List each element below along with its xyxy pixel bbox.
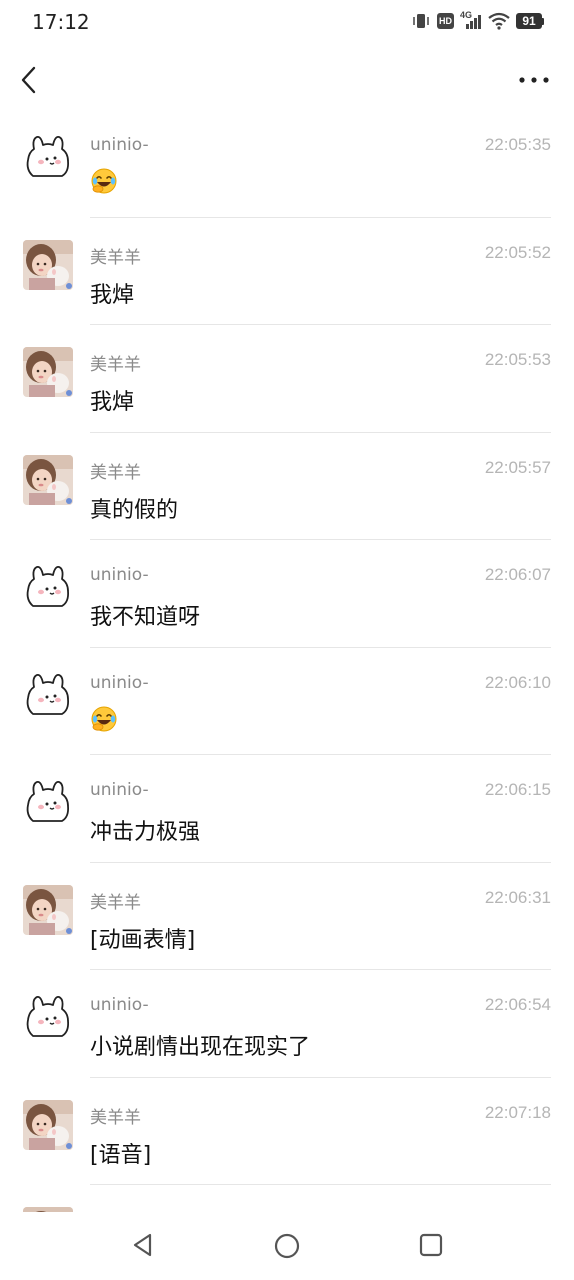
- message-text: 冲击力极强: [90, 820, 201, 845]
- status-bar: 17:12 HD 4G 91: [0, 0, 574, 44]
- girl-photo-avatar[interactable]: [23, 347, 73, 397]
- message-item[interactable]: 美羊羊 22:05:57 真的假的: [0, 433, 574, 540]
- circle-home-icon: [274, 1233, 300, 1259]
- sender-name: 美羊羊: [90, 247, 141, 268]
- message-time: 22:07:18: [484, 1102, 551, 1122]
- sender-name: uninio-: [90, 780, 149, 800]
- message-list[interactable]: uninio- 22:05:35 美羊羊 22:05:52 我焯 美羊羊 22:05:5…: [0, 110, 574, 1212]
- girl-photo-avatar[interactable]: [23, 454, 73, 505]
- sender-name: uninio-: [90, 672, 149, 693]
- bunny-avatar-icon[interactable]: [23, 562, 73, 612]
- vibrate-icon: [413, 14, 429, 28]
- more-dots-icon: [519, 77, 549, 83]
- sender-name: 美羊羊: [90, 462, 141, 483]
- back-button[interactable]: [14, 62, 46, 98]
- system-nav-bar: [0, 1212, 574, 1280]
- message-item[interactable]: uninio- 22:05:35: [0, 110, 574, 218]
- message-item[interactable]: uninio- 22:06:10: [0, 648, 574, 755]
- system-back-button[interactable]: [130, 1232, 156, 1262]
- message-item[interactable]: 美羊羊 22:05:52 我焯: [0, 218, 574, 325]
- wifi-icon: [488, 12, 510, 30]
- message-text: 我焯: [90, 390, 135, 415]
- system-recents-button[interactable]: [418, 1232, 444, 1262]
- sender-name: 美羊羊: [90, 892, 141, 913]
- message-item[interactable]: uninio- 22:06:15 冲击力极强: [0, 755, 574, 863]
- message-item[interactable]: 美羊羊 22:06:31 [动画表情]: [0, 863, 574, 970]
- message-time: 22:06:07: [484, 565, 551, 584]
- sender-name: uninio-: [90, 995, 149, 1015]
- message-text: 真的假的: [90, 497, 179, 523]
- message-item[interactable]: uninio- 22:06:54 小说剧情出现在现实了: [0, 970, 574, 1078]
- header-bar: [0, 52, 574, 108]
- message-text: [动画表情]: [90, 927, 196, 953]
- laughing-crying-emoji-icon: [90, 705, 118, 733]
- message-time: 22:06:15: [484, 780, 551, 799]
- message-item[interactable]: 美羊羊 22:07:18 [语音]: [0, 1078, 574, 1185]
- sender-name: uninio-: [90, 565, 149, 585]
- message-text: 小说剧情出现在现实了: [90, 1035, 311, 1060]
- message-item[interactable]: 美羊羊 22:05:53 我焯: [0, 325, 574, 433]
- battery-level: 91: [516, 13, 542, 29]
- message-text: [语音]: [90, 1142, 152, 1168]
- status-icons: HD 4G 91: [411, 10, 544, 30]
- system-home-button[interactable]: [273, 1232, 301, 1264]
- signal-icon: 4G: [460, 10, 482, 30]
- girl-photo-avatar[interactable]: [23, 1099, 73, 1150]
- message-time: 22:06:54: [484, 995, 551, 1014]
- hd-icon: HD: [437, 13, 454, 29]
- message-time: 22:05:52: [484, 242, 551, 262]
- sender-name: 美羊羊: [90, 355, 141, 375]
- chevron-left-icon: [21, 66, 36, 94]
- bunny-avatar-icon[interactable]: [23, 992, 73, 1042]
- message-time: 22:05:53: [484, 350, 551, 369]
- message-time: 22:05:57: [484, 457, 551, 477]
- bunny-avatar-icon[interactable]: [23, 670, 73, 720]
- message-text: 我焯: [90, 282, 135, 308]
- message-item[interactable]: uninio- 22:06:07 我不知道呀: [0, 540, 574, 648]
- girl-photo-avatar[interactable]: [23, 239, 73, 290]
- message-time: 22:05:35: [484, 135, 551, 154]
- bunny-avatar-icon[interactable]: [23, 132, 73, 182]
- sender-name: 美羊羊: [90, 1107, 141, 1128]
- square-recents-icon: [419, 1233, 443, 1257]
- sender-name: uninio-: [90, 135, 149, 155]
- more-button[interactable]: [516, 66, 552, 94]
- girl-photo-avatar[interactable]: [23, 884, 73, 935]
- message-time: 22:06:10: [484, 672, 551, 692]
- triangle-back-icon: [133, 1233, 152, 1257]
- battery-icon: 91: [516, 13, 544, 29]
- message-item[interactable]: 美羊羊: [0, 1185, 574, 1212]
- laughing-crying-emoji-icon: [90, 167, 118, 195]
- bunny-avatar-icon[interactable]: [23, 777, 73, 827]
- message-text: 我不知道呀: [90, 605, 201, 630]
- status-time: 17:12: [32, 10, 90, 34]
- message-time: 22:06:31: [484, 887, 551, 907]
